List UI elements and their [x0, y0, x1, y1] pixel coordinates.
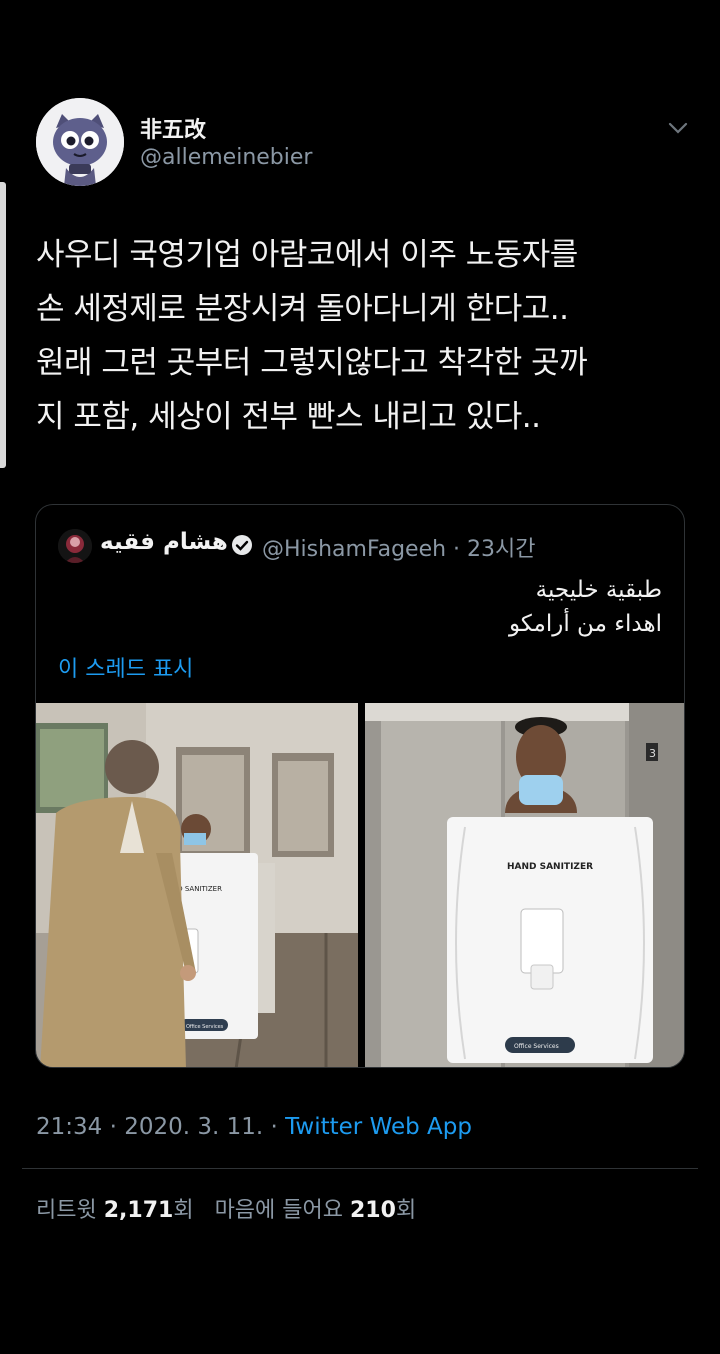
quoted-tweet-card[interactable]: هشام فقيه @HishamFageeh · 23시간 طبقية خلي… — [35, 504, 685, 1068]
meta-separator: · — [263, 1114, 286, 1140]
cat-avatar-icon — [36, 98, 124, 186]
tweet-source-link[interactable]: Twitter Web App — [285, 1114, 472, 1140]
tweet-text-line: 지 포함, 세상이 전부 빤스 내리고 있다.. — [36, 399, 541, 435]
chevron-down-icon[interactable] — [666, 116, 690, 140]
photo-man-hand-sanitizer-elevator: 3 HAND SANITIZER Office Services — [365, 703, 684, 1067]
floor-number-text: 3 — [649, 747, 656, 760]
photo-left-badge-text: Office Services — [186, 1024, 224, 1030]
tweet-text-line: 사우디 국영기업 아람코에서 이주 노동자를 — [36, 237, 578, 273]
tweet-text-line: 원래 그런 곳부터 그렇지않다고 착각한 곳까 — [36, 345, 588, 381]
tweet-text: 사우디 국영기업 아람코에서 이주 노동자를 손 세정제로 분장시켜 돌아다니게… — [36, 228, 686, 444]
photo-man-hand-sanitizer-lobby: ND SANITIZER Office Services — [36, 703, 358, 1067]
username[interactable]: @allemeinebier — [140, 145, 312, 170]
likes-stat[interactable]: 마음에 들어요 210회 — [215, 1198, 417, 1223]
tweet-meta: 21:34 · 2020. 3. 11. · Twitter Web App — [36, 1114, 472, 1140]
display-name[interactable]: 非五改 — [140, 112, 206, 144]
quoted-text-line: اهداء من أرامكو — [508, 611, 662, 637]
photo-right-sign-text: HAND SANITIZER — [507, 862, 593, 872]
retweets-stat[interactable]: 리트윗 2,171회 — [36, 1198, 194, 1223]
quoted-tweet-text: طبقية خليجية اهداء من أرامكو — [509, 573, 662, 641]
meta-separator: · — [102, 1114, 125, 1140]
quoted-avatar[interactable] — [58, 529, 92, 563]
retweets-label: 리트윗 — [36, 1198, 97, 1223]
scroll-indicator[interactable] — [0, 182, 6, 468]
likes-label: 마음에 들어요 — [214, 1198, 343, 1223]
verified-badge-icon — [232, 535, 252, 555]
tweet-stats: 리트윗 2,171회 마음에 들어요 210회 — [36, 1192, 416, 1224]
show-thread-link[interactable]: 이 스레드 표시 — [58, 651, 193, 683]
avatar[interactable] — [36, 98, 124, 186]
tweet-time[interactable]: 21:34 — [36, 1114, 102, 1140]
tweet-text-line: 손 세정제로 분장시켜 돌아다니게 한다고.. — [36, 291, 569, 327]
retweets-suffix: 회 — [173, 1198, 194, 1223]
quoted-handle-time[interactable]: @HishamFageeh · 23시간 — [262, 531, 536, 563]
likes-count: 210 — [350, 1198, 396, 1223]
retweets-count: 2,171 — [103, 1198, 174, 1223]
quoted-avatar-icon — [58, 529, 92, 563]
quoted-photo-right[interactable]: 3 HAND SANITIZER Office Services — [365, 703, 684, 1067]
tweet-date[interactable]: 2020. 3. 11. — [124, 1114, 263, 1140]
likes-suffix: 회 — [395, 1198, 417, 1223]
quoted-display-name[interactable]: هشام فقيه — [100, 529, 228, 555]
quoted-text-line: طبقية خليجية — [535, 577, 662, 603]
quoted-photo-left[interactable]: ND SANITIZER Office Services — [36, 703, 358, 1067]
divider — [22, 1168, 698, 1169]
photo-right-badge-text: Office Services — [514, 1043, 559, 1050]
